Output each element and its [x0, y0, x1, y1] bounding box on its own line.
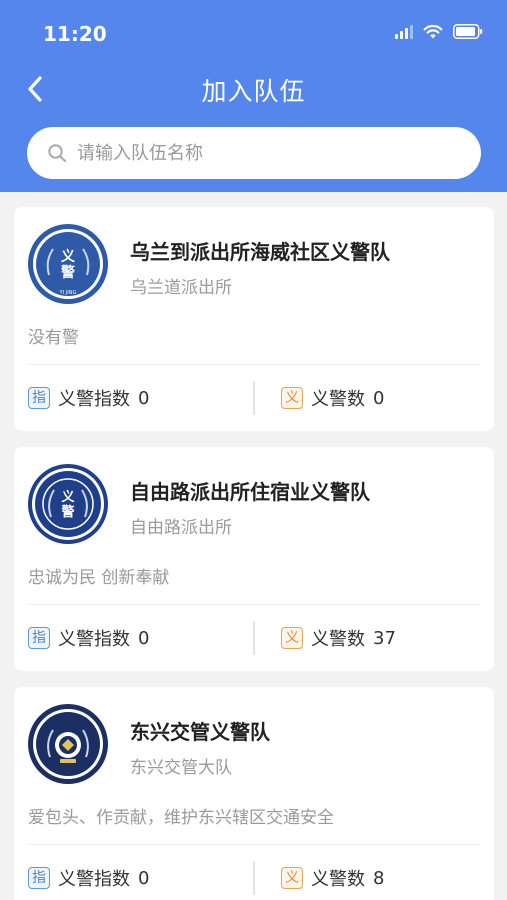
team-name: 东兴交管义警队: [130, 720, 270, 744]
logo-subtext: YI JING: [59, 290, 77, 296]
team-station: 乌兰道派出所: [130, 278, 232, 298]
volunteer-index-stat[interactable]: 指 义警指数 0: [28, 621, 149, 655]
battery-icon: [453, 24, 483, 39]
team-card[interactable]: 义 警 YI JING 乌兰到派出所海威社区义警队 乌兰道派出所 没有警 指 义…: [14, 207, 494, 431]
search-box[interactable]: [27, 127, 481, 179]
nav-bar: 加入队伍: [0, 66, 507, 112]
stat-separator: [253, 861, 255, 895]
cellular-signal-icon: [395, 24, 413, 39]
team-logo: [28, 704, 108, 784]
stat-separator: [253, 381, 255, 415]
team-name: 自由路派出所住宿业义警队: [130, 480, 370, 504]
status-icons: [395, 24, 483, 39]
search-icon: [47, 143, 67, 163]
team-card[interactable]: 义 警 自由路派出所住宿业义警队 自由路派出所 忠诚为民 创新奉献 指 义警指数…: [14, 447, 494, 671]
team-stats: 指 义警指数 0 义 义警数 8: [14, 861, 494, 895]
card-divider: [28, 604, 480, 605]
status-bar: 11:20: [0, 0, 507, 60]
card-divider: [28, 844, 480, 845]
logo-text-top: 义: [61, 489, 75, 505]
team-motto: 没有警: [28, 328, 79, 348]
index-label: 义警指数: [58, 389, 130, 410]
team-logo: 义 警 YI JING: [28, 224, 108, 304]
team-card[interactable]: 东兴交管义警队 东兴交管大队 爱包头、作贡献，维护东兴辖区交通安全 指 义警指数…: [14, 687, 494, 900]
count-value: 37: [373, 627, 396, 649]
logo-text-bottom: 警: [61, 264, 75, 281]
index-label: 义警指数: [58, 629, 130, 650]
wifi-icon: [423, 24, 443, 39]
team-station: 东兴交管大队: [130, 758, 232, 778]
team-motto: 爱包头、作贡献，维护东兴辖区交通安全: [28, 808, 334, 828]
team-motto: 忠诚为民 创新奉献: [28, 568, 170, 588]
count-label: 义警数: [311, 629, 365, 650]
count-value: 8: [373, 867, 385, 889]
index-label: 义警指数: [58, 869, 130, 890]
count-badge-icon: 义: [281, 627, 303, 649]
index-badge-icon: 指: [28, 867, 50, 889]
count-label: 义警数: [311, 869, 365, 890]
team-logo: 义 警: [28, 464, 108, 544]
count-value: 0: [373, 387, 385, 409]
index-value: 0: [138, 627, 150, 649]
index-badge-icon: 指: [28, 387, 50, 409]
search-input[interactable]: [77, 142, 457, 164]
volunteer-index-stat[interactable]: 指 义警指数 0: [28, 381, 149, 415]
team-stats: 指 义警指数 0 义 义警数 37: [14, 621, 494, 655]
index-value: 0: [138, 387, 150, 409]
logo-text-top: 义: [61, 248, 75, 265]
stat-separator: [253, 621, 255, 655]
volunteer-index-stat[interactable]: 指 义警指数 0: [28, 861, 149, 895]
index-value: 0: [138, 867, 150, 889]
index-badge-icon: 指: [28, 627, 50, 649]
team-stats: 指 义警指数 0 义 义警数 0: [14, 381, 494, 415]
count-label: 义警数: [311, 389, 365, 410]
team-station: 自由路派出所: [130, 518, 232, 538]
volunteer-count-stat[interactable]: 义 义警数 37: [281, 621, 396, 655]
logo-text-bottom: 警: [61, 504, 74, 520]
page-title: 加入队伍: [201, 77, 306, 106]
count-badge-icon: 义: [281, 387, 303, 409]
volunteer-count-stat[interactable]: 义 义警数 0: [281, 381, 384, 415]
team-name: 乌兰到派出所海威社区义警队: [130, 240, 390, 264]
status-time: 11:20: [43, 22, 107, 46]
card-divider: [28, 364, 480, 365]
count-badge-icon: 义: [281, 867, 303, 889]
volunteer-count-stat[interactable]: 义 义警数 8: [281, 861, 384, 895]
app-header: 11:20 加入队伍: [0, 0, 507, 192]
